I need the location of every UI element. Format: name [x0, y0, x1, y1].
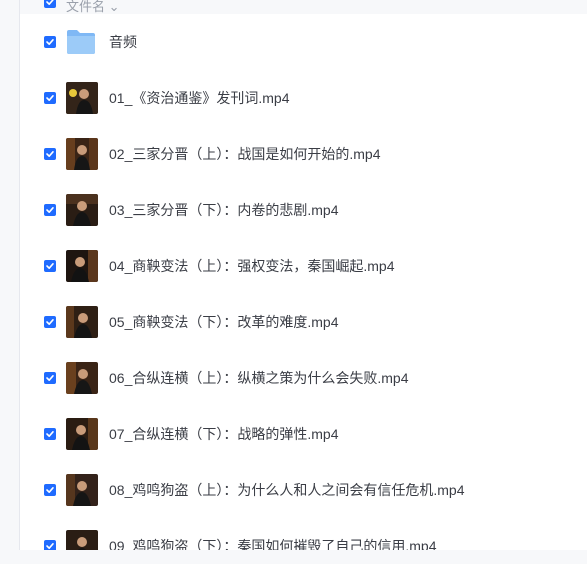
- row-checkbox[interactable]: [44, 260, 56, 272]
- file-name[interactable]: 01_《资治通鉴》发刊词.mp4: [109, 89, 289, 107]
- file-name[interactable]: 音频: [109, 33, 137, 51]
- video-thumbnail: [66, 474, 98, 506]
- row-checkbox[interactable]: [44, 316, 56, 328]
- folder-row[interactable]: 音频: [20, 14, 587, 70]
- file-name[interactable]: 06_合纵连横（上）：纵横之策为什么会失败.mp4: [109, 369, 408, 387]
- list-bottom-edge: [0, 550, 587, 564]
- row-checkbox[interactable]: [44, 372, 56, 384]
- name-column-header[interactable]: 文件名 ⌄: [66, 0, 120, 15]
- file-row[interactable]: 07_合纵连横（下）：战略的弹性.mp4: [20, 406, 587, 462]
- row-checkbox[interactable]: [44, 36, 56, 48]
- file-row[interactable]: 06_合纵连横（上）：纵横之策为什么会失败.mp4: [20, 350, 587, 406]
- file-name[interactable]: 03_三家分晋（下）：内卷的悲剧.mp4: [109, 201, 338, 219]
- video-thumbnail: [66, 418, 98, 450]
- file-row[interactable]: 08_鸡鸣狗盗（上）：为什么人和人之间会有信任危机.mp4: [20, 462, 587, 518]
- file-name[interactable]: 04_商鞅变法（上）：强权变法，秦国崛起.mp4: [109, 257, 394, 275]
- row-checkbox[interactable]: [44, 428, 56, 440]
- file-browser: 文件名 ⌄ 音频 01_《资治通鉴》发刊词.mp4 02_三家分晋（上）：战国是…: [0, 0, 587, 564]
- row-checkbox[interactable]: [44, 204, 56, 216]
- file-row[interactable]: 04_商鞅变法（上）：强权变法，秦国崛起.mp4: [20, 238, 587, 294]
- file-name[interactable]: 08_鸡鸣狗盗（上）：为什么人和人之间会有信任危机.mp4: [109, 481, 464, 499]
- video-thumbnail: [66, 306, 98, 338]
- row-checkbox[interactable]: [44, 484, 56, 496]
- file-row[interactable]: 02_三家分晋（上）：战国是如何开始的.mp4: [20, 126, 587, 182]
- file-list: 音频 01_《资治通鉴》发刊词.mp4 02_三家分晋（上）：战国是如何开始的.…: [20, 14, 587, 564]
- video-thumbnail: [66, 194, 98, 226]
- file-name[interactable]: 05_商鞅变法（下）：改革的难度.mp4: [109, 313, 338, 331]
- file-name[interactable]: 02_三家分晋（上）：战国是如何开始的.mp4: [109, 145, 380, 163]
- file-row[interactable]: 03_三家分晋（下）：内卷的悲剧.mp4: [20, 182, 587, 238]
- video-thumbnail: [66, 250, 98, 282]
- list-header: 文件名 ⌄: [20, 0, 587, 15]
- row-checkbox[interactable]: [44, 92, 56, 104]
- file-name[interactable]: 07_合纵连横（下）：战略的弹性.mp4: [109, 425, 338, 443]
- file-row[interactable]: 05_商鞅变法（下）：改革的难度.mp4: [20, 294, 587, 350]
- video-thumbnail: [66, 362, 98, 394]
- video-thumbnail: [66, 138, 98, 170]
- sidebar-edge: [0, 0, 20, 564]
- row-checkbox[interactable]: [44, 148, 56, 160]
- folder-icon: [66, 28, 96, 55]
- select-all-checkbox[interactable]: [44, 0, 56, 8]
- video-thumbnail: [66, 82, 98, 114]
- file-row[interactable]: 01_《资治通鉴》发刊词.mp4: [20, 70, 587, 126]
